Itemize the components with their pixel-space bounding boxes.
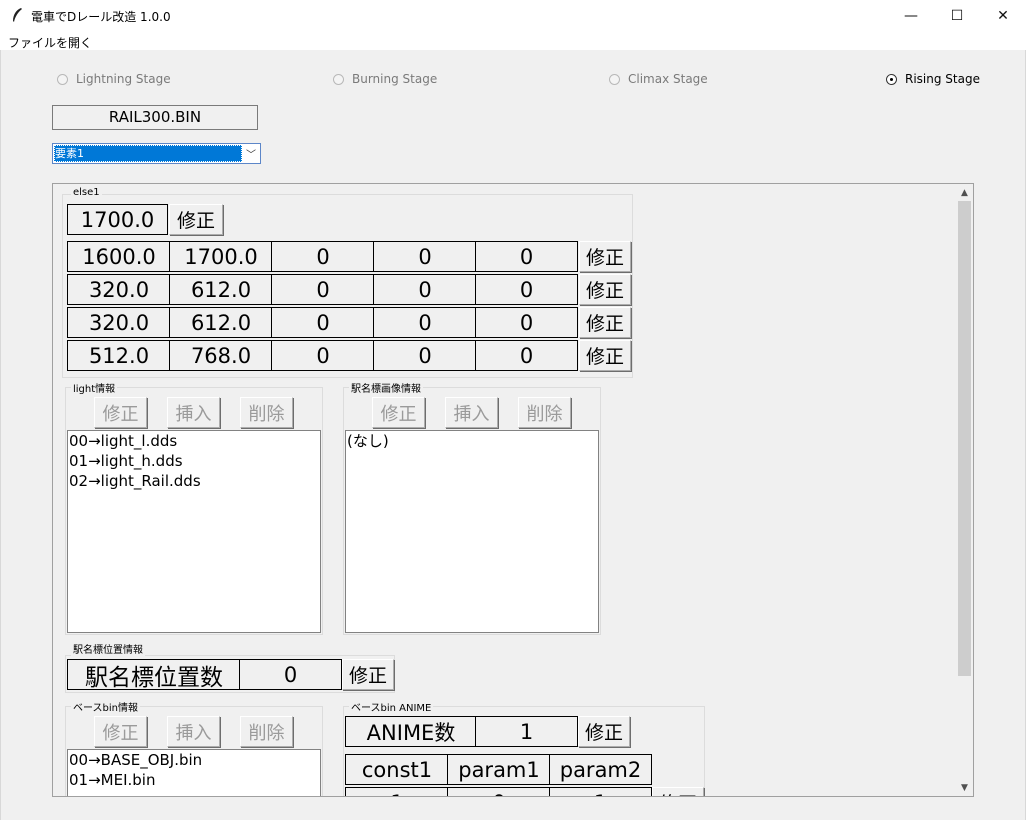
- radio-label: Lightning Stage: [76, 72, 171, 86]
- else1-group-label: else1: [71, 187, 102, 198]
- value-cell[interactable]: 0: [271, 274, 374, 305]
- station-image-delete-button[interactable]: 削除: [518, 397, 571, 428]
- value-cell[interactable]: 1700.0: [169, 241, 272, 272]
- anime-header-param2: param2: [549, 754, 652, 785]
- else1-top-edit-button[interactable]: 修正: [169, 204, 223, 235]
- station-position-edit-button[interactable]: 修正: [342, 659, 394, 690]
- radio-dot-icon: [57, 73, 68, 85]
- station-position-count-label: 駅名標位置数: [67, 659, 240, 691]
- light-delete-button[interactable]: 削除: [240, 397, 293, 428]
- radio-dot-icon: [609, 73, 620, 85]
- light-edit-button[interactable]: 修正: [94, 397, 147, 428]
- value-cell[interactable]: 0: [475, 307, 578, 338]
- value-cell[interactable]: 768.0: [169, 340, 272, 371]
- base-bin-label: ベースbin情報: [71, 699, 140, 714]
- station-image-edit-button[interactable]: 修正: [372, 397, 425, 428]
- anime-count-label: ANIME数: [345, 716, 476, 747]
- anime-row-value[interactable]: 0: [447, 787, 550, 796]
- row-edit-button[interactable]: 修正: [579, 307, 631, 338]
- light-list[interactable]: 00→light_l.dds 01→light_h.dds 02→light_R…: [67, 430, 321, 633]
- station-image-label: 駅名標画像情報: [349, 380, 423, 395]
- radio-dot-icon: [886, 73, 897, 85]
- base-bin-delete-button[interactable]: 削除: [240, 716, 293, 747]
- anime-count-edit-button[interactable]: 修正: [578, 716, 630, 747]
- scrollbar-thumb[interactable]: [958, 201, 971, 676]
- station-position-count-value[interactable]: 0: [239, 659, 342, 690]
- value-cell[interactable]: 320.0: [67, 307, 170, 338]
- element-select[interactable]: 要素1 ﹀: [52, 143, 261, 164]
- value-cell[interactable]: 0: [271, 340, 374, 371]
- radio-label: Climax Stage: [628, 72, 708, 86]
- feather-app-icon: [13, 8, 22, 22]
- radio-label: Rising Stage: [905, 72, 980, 86]
- else1-top-value[interactable]: 1700.0: [67, 204, 168, 235]
- row-edit-button[interactable]: 修正: [579, 340, 631, 371]
- anime-count-value[interactable]: 1: [475, 716, 578, 747]
- value-cell[interactable]: 0: [373, 274, 476, 305]
- base-bin-insert-button[interactable]: 挿入: [167, 716, 220, 747]
- value-cell[interactable]: 0: [475, 340, 578, 371]
- value-cell[interactable]: 1600.0: [67, 241, 170, 272]
- value-cell[interactable]: 320.0: [67, 274, 170, 305]
- value-cell[interactable]: 0: [373, 340, 476, 371]
- list-item[interactable]: (なし): [347, 431, 598, 451]
- radio-rising-stage[interactable]: Rising Stage: [886, 72, 980, 86]
- base-bin-anime-label: ベースbin ANIME: [349, 699, 434, 714]
- row-edit-button[interactable]: 修正: [579, 274, 631, 305]
- list-item[interactable]: 01→light_h.dds: [69, 451, 320, 471]
- light-insert-button[interactable]: 挿入: [167, 397, 220, 428]
- station-position-label: 駅名標位置情報: [71, 641, 145, 656]
- station-image-insert-button[interactable]: 挿入: [445, 397, 498, 428]
- value-cell[interactable]: 0: [373, 241, 476, 272]
- element-select-value: 要素1: [54, 145, 242, 162]
- radio-label: Burning Stage: [352, 72, 438, 86]
- value-cell[interactable]: 0: [475, 274, 578, 305]
- list-item[interactable]: 00→BASE_OBJ.bin: [69, 750, 320, 770]
- value-cell[interactable]: 512.0: [67, 340, 170, 371]
- list-item[interactable]: 00→light_l.dds: [69, 431, 320, 451]
- value-cell[interactable]: 0: [475, 241, 578, 272]
- file-name-display: RAIL300.BIN: [52, 105, 258, 130]
- anime-row-value[interactable]: 1: [549, 787, 652, 796]
- list-item[interactable]: 01→MEI.bin: [69, 770, 320, 790]
- chevron-down-icon[interactable]: ﹀: [242, 144, 260, 163]
- radio-climax-stage[interactable]: Climax Stage: [609, 72, 708, 86]
- anime-header-param1: param1: [447, 754, 550, 785]
- scroll-up-icon[interactable]: ▲: [956, 184, 973, 201]
- scroll-down-icon[interactable]: ▼: [956, 779, 973, 796]
- menu-bar: ファイルを開く: [0, 31, 1026, 50]
- scroll-pane: else1 1700.0 修正 1600.0 1700.0 0 0 0 修正 3…: [52, 183, 974, 797]
- close-button[interactable]: ✕: [980, 0, 1026, 31]
- value-cell[interactable]: 612.0: [169, 307, 272, 338]
- list-item[interactable]: 02→light_Rail.dds: [69, 471, 320, 491]
- light-info-label: light情報: [71, 380, 118, 395]
- value-cell[interactable]: 612.0: [169, 274, 272, 305]
- base-bin-edit-button[interactable]: 修正: [94, 716, 147, 747]
- maximize-button[interactable]: ☐: [934, 0, 980, 31]
- radio-lightning-stage[interactable]: Lightning Stage: [57, 72, 171, 86]
- anime-row-edit-button[interactable]: 修正: [652, 787, 704, 796]
- value-cell[interactable]: 0: [373, 307, 476, 338]
- radio-burning-stage[interactable]: Burning Stage: [333, 72, 437, 86]
- anime-row-value[interactable]: 1: [345, 787, 448, 796]
- value-cell[interactable]: 0: [271, 307, 374, 338]
- vertical-scrollbar[interactable]: ▲ ▼: [956, 184, 973, 796]
- base-bin-list[interactable]: 00→BASE_OBJ.bin 01→MEI.bin: [67, 749, 321, 796]
- row-edit-button[interactable]: 修正: [579, 241, 631, 272]
- value-cell[interactable]: 0: [271, 241, 374, 272]
- menu-file-open[interactable]: ファイルを開く: [8, 34, 92, 51]
- window-title: 電車でDレール改造 1.0.0: [31, 10, 171, 24]
- station-image-list[interactable]: (なし): [345, 430, 599, 633]
- radio-dot-icon: [333, 73, 344, 85]
- minimize-button[interactable]: —: [888, 0, 934, 31]
- anime-header-const1: const1: [345, 754, 448, 785]
- title-bar: 電車でDレール改造 1.0.0 — ☐ ✕: [0, 0, 1026, 31]
